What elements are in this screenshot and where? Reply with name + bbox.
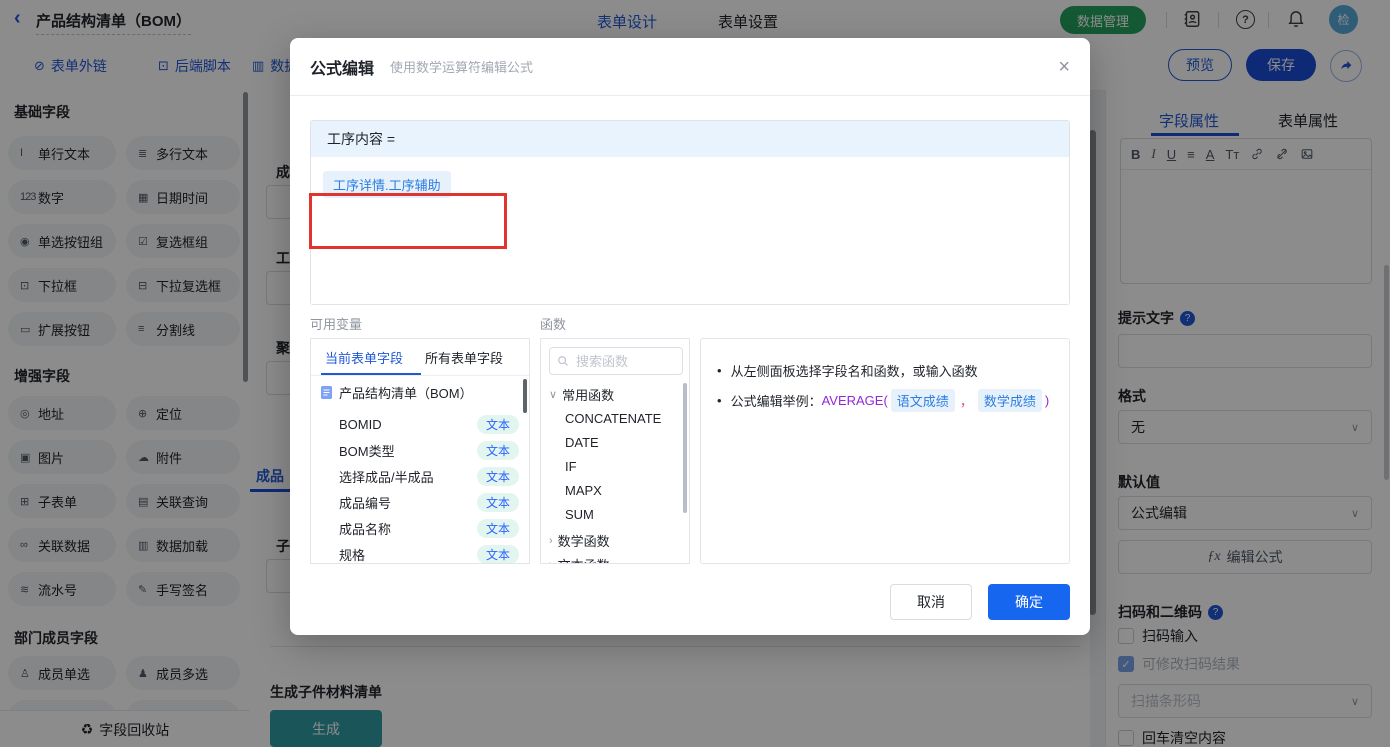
help-tip-1: • 从左侧面板选择字段名和函数，或输入函数 [717, 363, 978, 379]
field-type-tag: 文本 [476, 440, 519, 460]
cancel-button[interactable]: 取消 [890, 584, 972, 620]
field-type-tag: 文本 [476, 544, 519, 563]
variable-field-row[interactable]: 选择成品/半成品 文本 [339, 463, 525, 489]
example-comma: ， [959, 394, 973, 409]
confirm-button[interactable]: 确定 [988, 584, 1070, 620]
close-icon[interactable]: × [1058, 57, 1070, 77]
functions-section-label: 函数 [540, 317, 567, 332]
variables-root-node[interactable]: 产品结构清单（BOM） [321, 383, 473, 402]
functions-panel: ∨ 常用函数 CONCATENATE DATE IF MAPX SUM › 数学… [540, 338, 690, 564]
tab-current-form-fields[interactable]: 当前表单字段 [325, 348, 403, 367]
modal-header: 公式编辑 使用数学运算符编辑公式 × [290, 38, 1090, 96]
function-group-math[interactable]: › 数学函数 [549, 531, 610, 550]
document-icon [321, 385, 332, 399]
app-root: ‹ 产品结构清单（BOM） 表单设计 表单设置 数据管理 ? 检 ⊘ 表单外链 … [0, 0, 1390, 747]
function-group-common[interactable]: ∨ 常用函数 [549, 385, 614, 404]
variable-field-row[interactable]: 规格 文本 [339, 541, 525, 563]
modal-subtitle: 使用数学运算符编辑公式 [390, 60, 534, 75]
formula-editor-modal: 公式编辑 使用数学运算符编辑公式 × 工序内容 = 工序详情.工序辅助 可用变量… [290, 38, 1090, 635]
formula-target: 工序内容 = [311, 121, 1069, 157]
field-type-tag: 文本 [476, 518, 519, 538]
field-type-tag: 文本 [476, 414, 519, 434]
modal-title: 公式编辑 [310, 60, 375, 78]
field-type-tag: 文本 [476, 466, 519, 486]
example-function-open: AVERAGE( [821, 393, 888, 408]
search-icon [558, 356, 568, 366]
chevron-right-icon: › [549, 559, 553, 564]
variable-field-row[interactable]: 成品编号 文本 [339, 489, 525, 515]
function-item[interactable]: CONCATENATE [565, 411, 661, 426]
variables-section-label: 可用变量 [310, 317, 363, 332]
example-function-close: ) [1044, 393, 1050, 408]
variables-panel: 当前表单字段 所有表单字段 产品结构清单（BOM） BOMID 文本 BOM类型… [310, 338, 530, 564]
variable-field-row[interactable]: BOMID 文本 [339, 411, 525, 437]
help-tip-2: • 公式编辑举例： AVERAGE( 语文成绩 ， 数学成绩 ) [717, 389, 1049, 412]
function-item[interactable]: IF [565, 459, 577, 474]
function-search-input[interactable] [574, 352, 668, 370]
field-type-tag: 文本 [476, 492, 519, 512]
function-item[interactable]: MAPX [565, 483, 602, 498]
formula-input-area[interactable]: 工序详情.工序辅助 [309, 157, 1069, 304]
variables-tab-indicator [321, 373, 421, 375]
example-arg-chip: 数学成绩 [977, 389, 1042, 412]
function-search-box [549, 347, 683, 375]
formula-editor-box: 工序内容 = 工序详情.工序辅助 [309, 120, 1070, 305]
chevron-down-icon: ∨ [549, 389, 558, 401]
chevron-right-icon: › [549, 534, 553, 547]
function-item[interactable]: DATE [565, 435, 599, 450]
function-group-text[interactable]: › 文本函数 [549, 555, 610, 564]
tab-all-form-fields[interactable]: 所有表单字段 [425, 348, 503, 367]
variable-field-row[interactable]: BOM类型 文本 [339, 437, 525, 463]
function-item[interactable]: SUM [565, 507, 594, 522]
functions-scrollbar[interactable] [683, 383, 687, 513]
variable-field-row[interactable]: 成品名称 文本 [339, 515, 525, 541]
variables-tabs: 当前表单字段 所有表单字段 [311, 339, 529, 376]
example-arg-chip: 语文成绩 [890, 389, 955, 412]
variables-scrollbar[interactable] [523, 379, 527, 413]
annotation-red-box [309, 193, 507, 249]
formula-help-panel: • 从左侧面板选择字段名和函数，或输入函数 • 公式编辑举例： AVERAGE(… [700, 338, 1070, 564]
formula-token[interactable]: 工序详情.工序辅助 [323, 171, 451, 198]
